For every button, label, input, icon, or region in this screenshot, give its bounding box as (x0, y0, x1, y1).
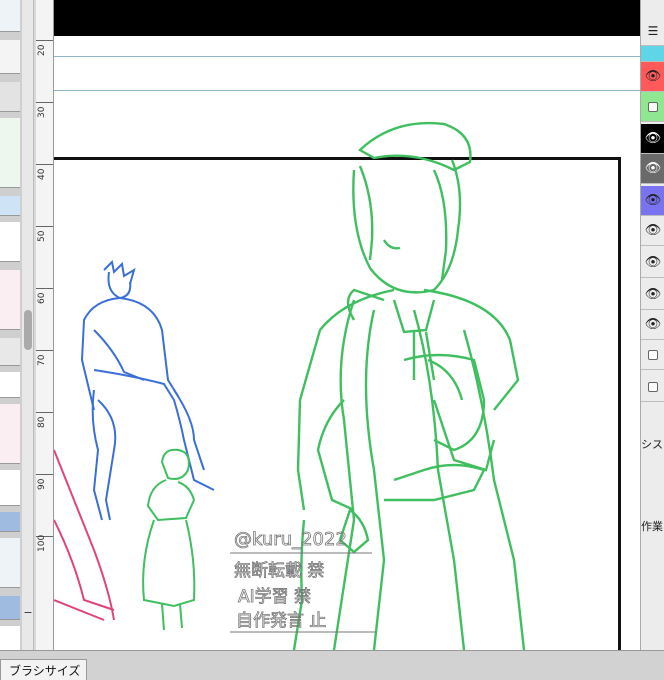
vertical-ruler: 20 30 40 50 60 70 80 90 100 (36, 0, 54, 650)
ruler-label: 40 (37, 168, 47, 180)
ruler-label: 20 (37, 44, 47, 56)
ruler-label: 90 (37, 478, 47, 490)
watermark-line: @kuru_2022 (234, 529, 347, 550)
layer-row[interactable]: 👁 (641, 248, 664, 278)
layer-panel[interactable]: ☰ 👁 👁 👁 👁 👁 👁 👁 👁 (640, 0, 664, 650)
zoom-out-button[interactable]: − (22, 606, 34, 619)
layer-row[interactable]: ☰ (641, 16, 664, 46)
page-thumbnail[interactable] (0, 82, 20, 112)
layer-row[interactable]: 👁 (641, 280, 664, 310)
ruler-label: 100 (37, 534, 47, 552)
pink-figure-sketch (54, 449, 115, 621)
blue-figure-sketch (80, 259, 215, 521)
eye-icon[interactable]: 👁 (645, 223, 662, 238)
visibility-checkbox[interactable] (648, 381, 658, 392)
eye-icon[interactable]: 👁 (645, 131, 662, 146)
ruler-tick (36, 288, 53, 289)
ruler-label: 30 (37, 106, 47, 118)
main-figure-sketch (292, 121, 526, 650)
watermark-line: AI学習 禁 (238, 587, 311, 607)
work-panel-label: 作業 (641, 520, 663, 533)
thumbnail-scrollbar[interactable] (22, 0, 34, 660)
child-figure-sketch (142, 448, 196, 631)
ruler-label: 80 (37, 416, 47, 428)
ruler-label: 70 (37, 354, 47, 366)
brush-size-tab[interactable]: ブラシサイズ (0, 659, 88, 680)
ruler-tick (36, 164, 53, 165)
layer-row[interactable]: 👁 (641, 310, 664, 340)
bottom-tab-bar: ブラシサイズ (0, 650, 664, 680)
scrollbar-handle[interactable] (24, 310, 32, 350)
ruler-tick (36, 350, 53, 351)
visibility-checkbox[interactable] (648, 349, 658, 360)
page-thumbnail-strip[interactable] (0, 0, 22, 660)
app-window: − 20 30 40 50 60 70 80 90 100 @kuru_2022… (0, 0, 664, 680)
ruler-label: 50 (37, 230, 47, 242)
layer-row[interactable]: 👁 (641, 154, 664, 184)
watermark-line: 自作発言 止 (236, 611, 326, 631)
ruler-tick (36, 412, 53, 413)
eye-icon[interactable]: 👁 (645, 255, 662, 270)
watermark-block: @kuru_2022 無断転載 禁 AI学習 禁 自作発言 止 (230, 529, 376, 633)
layer-row[interactable] (641, 372, 664, 402)
page-thumbnail[interactable] (0, 596, 20, 620)
drawing-canvas[interactable]: @kuru_2022 無断転載 禁 AI学習 禁 自作発言 止 (54, 0, 640, 650)
page-thumbnail[interactable] (0, 0, 20, 32)
page-thumbnail[interactable] (0, 222, 20, 262)
page-thumbnail[interactable] (0, 538, 20, 588)
ruler-tick (36, 102, 53, 103)
ruler-label: 60 (37, 292, 47, 304)
layer-row[interactable]: 👁 (641, 124, 664, 154)
layer-row[interactable] (641, 46, 664, 62)
visibility-checkbox[interactable] (648, 101, 658, 112)
layer-row[interactable] (641, 340, 664, 370)
sketch-artwork: @kuru_2022 無断転載 禁 AI学習 禁 自作発言 止 (54, 121, 526, 650)
watermark-line: 無断転載 禁 (234, 561, 324, 581)
ruler-tick (36, 40, 53, 41)
eye-icon[interactable]: 👁 (645, 69, 662, 84)
page-thumbnail[interactable] (0, 118, 20, 188)
canvas-top-bar (54, 0, 640, 36)
page-thumbnail[interactable] (0, 512, 20, 532)
page-thumbnail[interactable] (0, 40, 20, 74)
layer-row[interactable] (641, 92, 664, 122)
ruler-tick (36, 474, 53, 475)
page-thumbnail[interactable] (0, 196, 20, 216)
eye-icon[interactable]: 👁 (645, 287, 662, 302)
system-panel-label: シス (641, 438, 663, 451)
page-thumbnail[interactable] (0, 338, 20, 366)
page-thumbnail[interactable] (0, 404, 20, 464)
eye-icon[interactable]: 👁 (645, 317, 662, 332)
page-thumbnail[interactable] (0, 270, 20, 330)
ruler-tick (36, 226, 53, 227)
page-thumbnail[interactable] (0, 470, 20, 506)
layer-row[interactable]: 👁 (641, 216, 664, 246)
layer-row[interactable]: 👁 (641, 62, 664, 92)
page-thumbnail[interactable] (0, 372, 20, 398)
eye-icon[interactable]: 👁 (645, 161, 662, 176)
eye-icon[interactable]: 👁 (645, 193, 662, 208)
layer-list-icon[interactable]: ☰ (648, 24, 659, 38)
layer-row[interactable]: 👁 (641, 186, 664, 216)
